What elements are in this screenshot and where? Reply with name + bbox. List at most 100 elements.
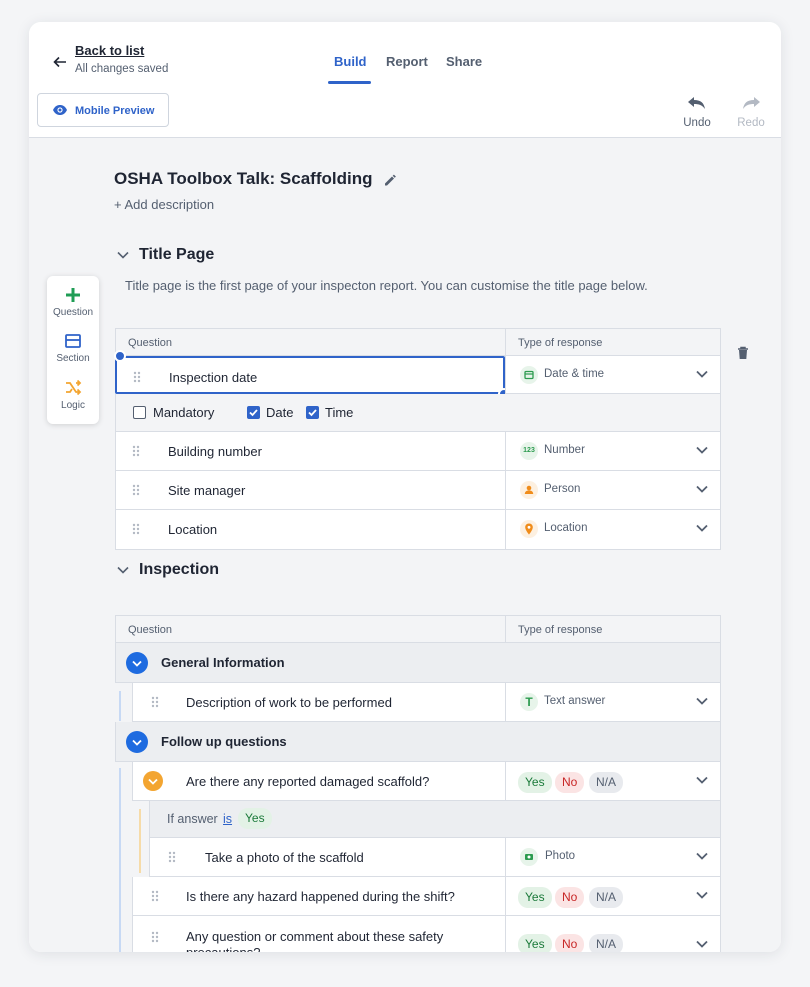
logic-value-yes[interactable]: Yes	[238, 808, 272, 829]
active-tab-indicator	[328, 81, 371, 84]
title-page-note: Title page is the first page of your ins…	[125, 278, 648, 293]
section-label: General Information	[161, 655, 285, 670]
mandatory-label: Mandatory	[153, 405, 215, 420]
table-header: Question Type of response	[115, 615, 721, 643]
chevron-down-icon[interactable]	[696, 776, 708, 784]
title-page-heading: Title Page	[139, 246, 215, 263]
question-row-building-number[interactable]: Building number 123 Number	[115, 432, 721, 471]
chevron-down-icon[interactable]	[696, 370, 708, 378]
drag-handle-icon[interactable]	[168, 851, 176, 863]
answer-yes[interactable]: Yes	[518, 887, 552, 908]
question-row-site-manager[interactable]: Site manager Person	[115, 471, 721, 510]
camera-icon	[520, 848, 538, 866]
section-general-information[interactable]: General Information	[115, 643, 721, 683]
drag-handle-icon[interactable]	[151, 696, 159, 708]
add-section-label: Section	[56, 353, 90, 364]
chevron-down-icon[interactable]	[696, 697, 708, 705]
question-text[interactable]: Is there any hazard happened during the …	[186, 889, 455, 904]
document-title[interactable]: OSHA Toolbox Talk: Scaffolding	[114, 169, 372, 189]
text-answer-icon: T	[520, 693, 538, 711]
trash-icon[interactable]	[737, 346, 749, 360]
answer-no[interactable]: No	[555, 934, 585, 952]
chevron-down-icon[interactable]	[696, 485, 708, 493]
redo-label: Redo	[737, 117, 765, 129]
add-logic-label: Logic	[61, 400, 85, 411]
tab-build[interactable]: Build	[334, 54, 367, 69]
question-text[interactable]: Site manager	[168, 483, 245, 498]
response-type: Photo	[545, 850, 576, 862]
tab-share[interactable]: Share	[446, 54, 482, 69]
drag-handle-icon[interactable]	[133, 371, 141, 383]
drag-handle-icon[interactable]	[132, 484, 140, 496]
time-checkbox[interactable]	[306, 406, 319, 419]
date-checkbox[interactable]	[247, 406, 260, 419]
tab-report[interactable]: Report	[386, 54, 428, 69]
number-icon: 123	[520, 442, 538, 460]
question-row-safety-comment[interactable]: Any question or comment about these safe…	[132, 916, 721, 952]
chevron-down-icon[interactable]	[696, 524, 708, 532]
pencil-icon[interactable]	[383, 173, 397, 187]
back-to-list-link[interactable]: Back to list	[75, 43, 144, 58]
section-follow-up-questions[interactable]: Follow up questions	[115, 722, 721, 762]
logic-operator-link[interactable]: is	[223, 812, 232, 826]
collapse-chevron-icon[interactable]	[126, 731, 148, 753]
response-type: Text answer	[544, 695, 606, 707]
drag-handle-icon[interactable]	[132, 445, 140, 457]
mandatory-checkbox[interactable]	[133, 406, 146, 419]
add-description-link[interactable]: + Add description	[114, 197, 214, 212]
inspection-header[interactable]: Inspection	[117, 561, 219, 579]
chevron-down-icon[interactable]	[696, 446, 708, 454]
col-response: Type of response	[518, 337, 603, 349]
question-text[interactable]: Inspection date	[169, 370, 257, 385]
answer-yes[interactable]: Yes	[518, 934, 552, 952]
back-arrow-icon[interactable]	[53, 55, 67, 69]
response-type: Number	[544, 444, 585, 456]
question-row-hazard[interactable]: Is there any hazard happened during the …	[132, 877, 721, 916]
answer-na[interactable]: N/A	[589, 772, 624, 793]
chevron-down-icon[interactable]	[696, 852, 708, 860]
builder-canvas: OSHA Toolbox Talk: Scaffolding + Add des…	[29, 138, 781, 952]
response-cell[interactable]: Date & time	[505, 356, 721, 394]
answer-yes[interactable]: Yes	[518, 772, 552, 793]
response-type: Date & time	[544, 368, 605, 380]
drag-handle-icon[interactable]	[132, 523, 140, 535]
add-logic-button[interactable]: Logic	[47, 379, 99, 411]
question-text[interactable]: Are there any reported damaged scaffold?	[186, 774, 429, 789]
mobile-preview-button[interactable]: Mobile Preview	[37, 93, 169, 127]
resize-handle[interactable]	[114, 350, 126, 362]
question-options: Mandatory Date Time	[115, 394, 721, 432]
time-label: Time	[325, 405, 354, 420]
redo-button[interactable]: Redo	[731, 96, 771, 129]
table-header: Question Type of response	[115, 328, 721, 356]
question-text[interactable]: Description of work to be performed	[186, 695, 392, 710]
question-text[interactable]: Location	[168, 522, 217, 537]
question-row-location[interactable]: Location Location	[115, 510, 721, 550]
section-label: Follow up questions	[161, 734, 287, 749]
question-text[interactable]: Take a photo of the scaffold	[205, 850, 364, 865]
question-text[interactable]: Building number	[168, 444, 262, 459]
logic-chevron-icon[interactable]	[143, 771, 163, 791]
question-row-inspection-date[interactable]: Inspection date	[115, 356, 505, 394]
question-row-photo[interactable]: Take a photo of the scaffold Photo	[149, 838, 721, 877]
add-section-button[interactable]: Section	[47, 332, 99, 364]
add-question-label: Question	[52, 307, 94, 318]
save-status: All changes saved	[75, 63, 169, 75]
title-page-header[interactable]: Title Page	[117, 246, 214, 264]
date-label: Date	[266, 405, 294, 420]
undo-label: Undo	[683, 117, 711, 129]
chevron-down-icon[interactable]	[696, 891, 708, 899]
drag-handle-icon[interactable]	[151, 931, 159, 943]
undo-button[interactable]: Undo	[677, 96, 717, 129]
question-row-description[interactable]: Description of work to be performed T Te…	[132, 683, 721, 722]
answer-na[interactable]: N/A	[589, 887, 624, 908]
add-question-button[interactable]: Question	[47, 286, 99, 318]
answer-na[interactable]: N/A	[589, 934, 624, 952]
inspection-heading: Inspection	[139, 561, 220, 578]
drag-handle-icon[interactable]	[151, 890, 159, 902]
collapse-chevron-icon[interactable]	[126, 652, 148, 674]
chevron-down-icon[interactable]	[696, 940, 708, 948]
answer-no[interactable]: No	[555, 772, 585, 793]
question-text[interactable]: Any question or comment about these safe…	[186, 929, 466, 952]
answer-no[interactable]: No	[555, 887, 585, 908]
question-row-damaged-scaffold[interactable]: Are there any reported damaged scaffold?…	[132, 762, 721, 801]
